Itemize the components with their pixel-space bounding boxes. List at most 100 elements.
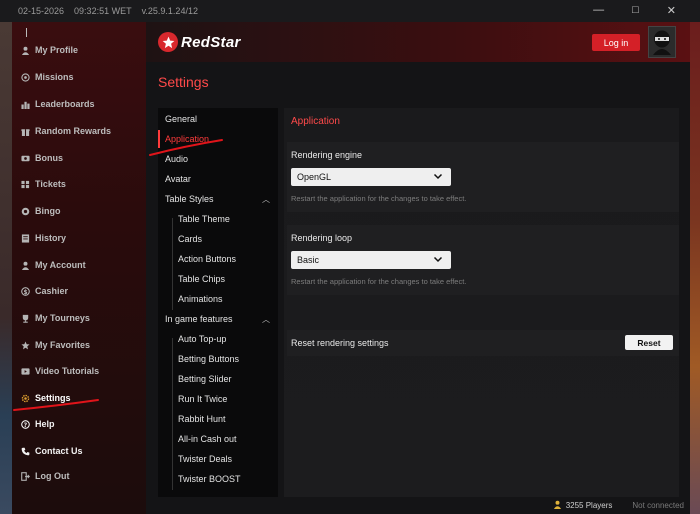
window-titlebar: 02-15-2026 09:32:51 WET v.25.9.1.24/12 —… <box>0 0 700 22</box>
leaderboard-icon <box>20 99 30 109</box>
logout-icon <box>20 471 30 481</box>
status-bar: 3255 Players Not connected <box>146 496 690 514</box>
settings-menu-audio[interactable]: Audio <box>158 150 278 168</box>
brand-name: RedStar <box>181 33 241 51</box>
sidebar-item-label: Bingo <box>35 206 61 216</box>
login-button[interactable]: Log in <box>592 34 640 51</box>
sidebar-item-label: My Tourneys <box>35 313 90 323</box>
menu-label: Auto Top-up <box>178 334 227 344</box>
sidebar-item-label: Video Tutorials <box>35 366 100 376</box>
sidebar-item-label: My Account <box>35 260 86 270</box>
sidebar-item-label: Leaderboards <box>35 99 95 109</box>
menu-label: Cards <box>178 234 203 244</box>
sidebar-item-bonus[interactable]: Bonus <box>12 148 146 168</box>
settings-menu-action-buttons[interactable]: Action Buttons <box>158 250 278 268</box>
ticket-icon <box>20 179 30 189</box>
settings-menu-betting-slider[interactable]: Betting Slider <box>158 370 278 388</box>
sidebar-item-log-out[interactable]: Log Out <box>12 466 146 486</box>
minimize-button[interactable]: — <box>593 4 604 17</box>
rendering-engine-hint: Restart the application for the changes … <box>291 194 467 203</box>
cashier-icon: $ <box>20 286 30 296</box>
sidebar-item-my-favorites[interactable]: My Favorites <box>12 335 146 355</box>
sidebar-divider <box>26 28 27 37</box>
sidebar-item-label: My Favorites <box>35 340 91 350</box>
settings-menu-cards[interactable]: Cards <box>158 230 278 248</box>
sidebar-item-label: Help <box>35 419 55 429</box>
sidebar-item-my-profile[interactable]: My Profile <box>12 40 146 60</box>
gift-icon <box>20 126 30 136</box>
close-button[interactable]: ✕ <box>667 4 676 17</box>
sidebar-item-label: Contact Us <box>35 446 83 456</box>
target-icon <box>20 72 30 82</box>
titlebar-version: v.25.9.1.24/12 <box>141 6 198 16</box>
bingo-icon <box>20 206 30 216</box>
page-title: Settings <box>158 74 209 90</box>
settings-menu-run-it-twice[interactable]: Run It Twice <box>158 390 278 408</box>
sidebar-item-leaderboards[interactable]: Leaderboards <box>12 94 146 114</box>
sidebar-item-missions[interactable]: Missions <box>12 67 146 87</box>
rendering-loop-card: Rendering loop Basic Restart the applica… <box>287 225 679 295</box>
star-icon <box>20 340 30 350</box>
sidebar-item-bingo[interactable]: Bingo <box>12 201 146 221</box>
rendering-loop-hint: Restart the application for the changes … <box>291 277 467 286</box>
reset-rendering-label: Reset rendering settings <box>291 338 389 348</box>
app-header: RedStar Log in <box>146 22 690 62</box>
select-value: OpenGL <box>297 172 332 182</box>
bonus-icon <box>20 153 30 163</box>
menu-label: Table Styles <box>165 194 214 204</box>
sidebar-item-random-rewards[interactable]: Random Rewards <box>12 121 146 141</box>
ninja-avatar-icon <box>653 30 671 55</box>
rendering-engine-card: Rendering engine OpenGL Restart the appl… <box>287 142 679 212</box>
background-strip-left <box>0 22 12 514</box>
sidebar-item-cashier[interactable]: $ Cashier <box>12 281 146 301</box>
menu-label: Twister Deals <box>178 454 233 464</box>
rendering-engine-select[interactable]: OpenGL <box>291 168 451 186</box>
account-icon <box>20 260 30 270</box>
brand-star-icon <box>158 32 178 52</box>
sidebar-item-video-tutorials[interactable]: Video Tutorials <box>12 361 146 381</box>
settings-menu-table-styles[interactable]: Table Styles ︿ <box>158 190 278 208</box>
maximize-button[interactable]: □ <box>632 4 639 17</box>
connection-status: Not connected <box>632 500 684 510</box>
chevron-down-icon <box>433 254 443 267</box>
sidebar-item-history[interactable]: History <box>12 228 146 248</box>
settings-menu-avatar[interactable]: Avatar <box>158 170 278 188</box>
sidebar-item-contact-us[interactable]: Contact Us <box>12 441 146 461</box>
settings-menu-rabbit-hunt[interactable]: Rabbit Hunt <box>158 410 278 428</box>
settings-menu-table-chips[interactable]: Table Chips <box>158 270 278 288</box>
settings-menu-betting-buttons[interactable]: Betting Buttons <box>158 350 278 368</box>
background-strip-right <box>690 22 700 514</box>
trophy-icon <box>20 313 30 323</box>
settings-menu-general[interactable]: General <box>158 110 278 128</box>
sidebar-item-my-account[interactable]: My Account <box>12 255 146 275</box>
reset-button[interactable]: Reset <box>625 335 673 350</box>
menu-label: Audio <box>165 154 189 164</box>
main-panel: RedStar Log in Settings General Applicat… <box>146 22 690 514</box>
settings-menu-twister-boost[interactable]: Twister BOOST <box>158 470 278 488</box>
phone-icon <box>20 446 30 456</box>
sidebar-item-tickets[interactable]: Tickets <box>12 174 146 194</box>
sidebar-item-label: Cashier <box>35 286 69 296</box>
menu-label: Application <box>165 134 210 144</box>
settings-menu-auto-top-up[interactable]: Auto Top-up <box>158 330 278 348</box>
settings-menu-in-game-features[interactable]: In game features ︿ <box>158 310 278 328</box>
chevron-up-icon: ︿ <box>262 314 270 324</box>
settings-menu-twister-deals[interactable]: Twister Deals <box>158 450 278 468</box>
rendering-loop-select[interactable]: Basic <box>291 251 451 269</box>
sidebar-item-help[interactable]: ? Help <box>12 414 146 434</box>
sidebar-item-settings[interactable]: Settings <box>12 388 146 408</box>
sidebar-item-label: Tickets <box>35 179 66 189</box>
settings-menu-table-theme[interactable]: Table Theme <box>158 210 278 228</box>
brand-logo: RedStar <box>158 32 241 52</box>
select-value: Basic <box>297 255 320 265</box>
menu-label: Avatar <box>165 174 191 184</box>
sidebar: My Profile Missions Leaderboards Random … <box>12 22 146 514</box>
avatar[interactable] <box>648 26 676 58</box>
history-icon <box>20 233 30 243</box>
settings-menu-application[interactable]: Application <box>158 130 278 148</box>
settings-menu-all-in-cash-out[interactable]: All-in Cash out <box>158 430 278 448</box>
settings-menu-animations[interactable]: Animations <box>158 290 278 308</box>
sidebar-item-my-tourneys[interactable]: My Tourneys <box>12 308 146 328</box>
svg-text:$: $ <box>23 289 27 295</box>
user-icon <box>20 45 30 55</box>
